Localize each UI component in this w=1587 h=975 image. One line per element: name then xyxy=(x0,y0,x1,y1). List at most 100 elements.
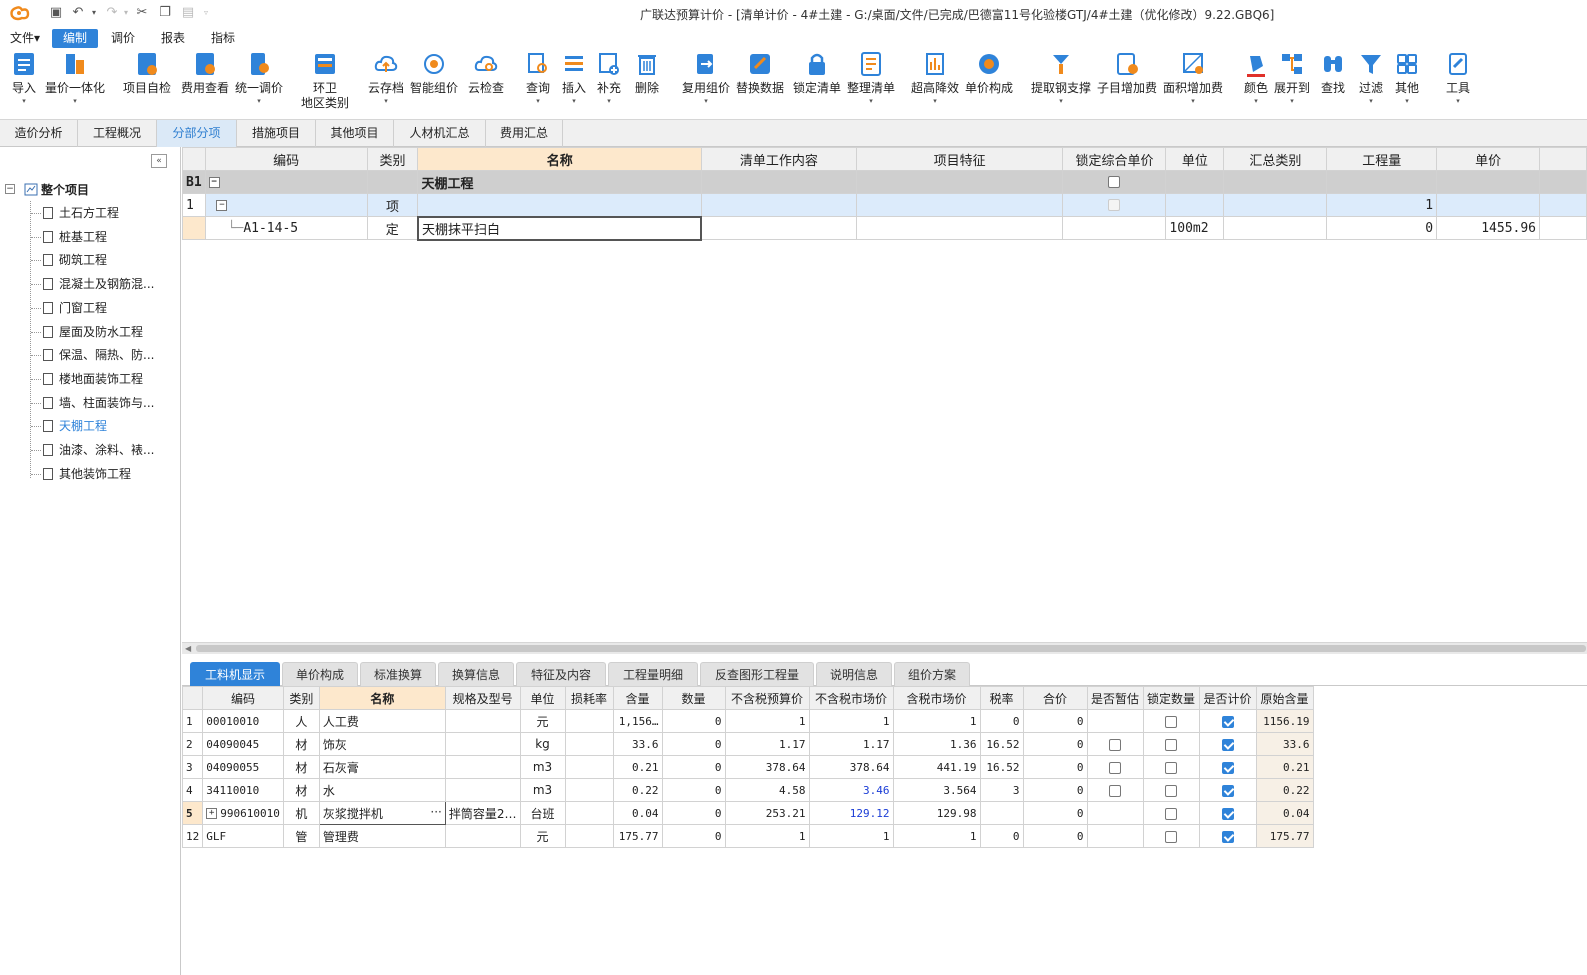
priced-checkbox[interactable] xyxy=(1221,738,1234,751)
lock-list-button[interactable]: 锁定清单 xyxy=(792,50,842,96)
tree-item[interactable]: 砌筑工程 xyxy=(59,250,107,270)
cell-type[interactable]: 机 xyxy=(282,801,320,825)
cell-name[interactable]: 水 xyxy=(318,778,446,802)
header-code[interactable]: 编码 xyxy=(204,147,368,171)
cell-type[interactable]: 材 xyxy=(282,755,320,779)
cell-content[interactable]: 1,156… xyxy=(612,709,663,733)
env-region-button[interactable]: 环卫 地区类别 xyxy=(298,50,352,111)
cell-total[interactable]: 0 xyxy=(1022,732,1088,756)
sub-item-add-fee-button[interactable]: 子目增加费 xyxy=(1096,50,1158,96)
cell-market[interactable]: 1 xyxy=(808,824,894,848)
cell-code[interactable]: 04090055 xyxy=(202,755,284,779)
table-row[interactable]: 1 00010010 人人工费元 1,156… 0 1 1 1 0 0 1156.19 xyxy=(181,709,1314,733)
undo-icon[interactable]: ↶ xyxy=(70,5,86,21)
cell-tax_market[interactable]: 1 xyxy=(892,709,981,733)
tree-item[interactable]: 其他装饰工程 xyxy=(59,464,131,484)
scrollbar-thumb[interactable] xyxy=(196,645,1586,652)
cell-code[interactable]: 00010010 xyxy=(202,709,284,733)
cell-loss[interactable] xyxy=(564,801,614,825)
cell-content[interactable]: 175.77 xyxy=(612,824,663,848)
lock-quantity-checkbox[interactable] xyxy=(1165,738,1177,751)
row-name[interactable]: 天棚工程 xyxy=(417,170,702,194)
cell-rate[interactable]: 0 xyxy=(979,709,1024,733)
column-header[interactable]: 名称 xyxy=(318,686,446,710)
cell-budget[interactable]: 4.58 xyxy=(724,778,810,802)
tab-pricing-plan[interactable]: 组价方案 xyxy=(894,662,970,686)
header-lock-price[interactable]: 锁定综合单价 xyxy=(1062,147,1167,171)
cell-budget[interactable]: 1 xyxy=(724,709,810,733)
cell-loss[interactable] xyxy=(564,824,614,848)
cell-tax_market[interactable]: 1.36 xyxy=(892,732,981,756)
cell-loss[interactable] xyxy=(564,778,614,802)
color-button[interactable]: 颜色 ▾ xyxy=(1241,50,1271,106)
cell-budget[interactable]: 1.17 xyxy=(724,732,810,756)
cell-unit[interactable]: 元 xyxy=(519,709,566,733)
cell-loss[interactable] xyxy=(564,732,614,756)
column-header[interactable]: 损耗率 xyxy=(564,686,614,710)
cloud-save-button[interactable]: 云存档 ▾ xyxy=(366,50,406,106)
tree-item[interactable]: 天棚工程 xyxy=(59,416,107,436)
cell-name[interactable]: 灰浆搅拌机 ··· xyxy=(318,801,446,825)
reuse-price-button[interactable]: 复用组价 ▾ xyxy=(680,50,732,106)
redo-dropdown-icon[interactable]: ▾ xyxy=(118,5,134,21)
priced-checkbox[interactable] xyxy=(1221,830,1234,843)
area-add-fee-button[interactable]: 面积增加费 ▾ xyxy=(1162,50,1224,106)
scroll-left-icon[interactable]: ◀ xyxy=(185,643,191,654)
replace-data-button[interactable]: 替换数据 xyxy=(734,50,786,96)
table-row[interactable]: 3 04090055 材石灰膏 m3 0.21 0 378.64 378.64 441.19 16… xyxy=(181,755,1314,779)
cell-num[interactable]: 0 xyxy=(661,755,726,779)
header-quantity[interactable]: 工程量 xyxy=(1326,147,1438,171)
cell-unit[interactable]: 元 xyxy=(519,824,566,848)
estimate-checkbox[interactable] xyxy=(1109,761,1121,774)
header-summary-type[interactable]: 汇总类别 xyxy=(1223,147,1328,171)
cell-spec[interactable] xyxy=(444,824,521,848)
row-qty[interactable]: 0 xyxy=(1326,216,1438,240)
cell-code[interactable]: 04090045 xyxy=(202,732,284,756)
cell-num[interactable]: 0 xyxy=(661,732,726,756)
table-row-sub[interactable]: └─A1-14-5 定 天棚抹平扫白 100m2 0 1455.96 xyxy=(182,215,1587,241)
tab-fee-summary[interactable]: 费用汇总 xyxy=(486,120,563,147)
cell-total[interactable]: 0 xyxy=(1022,824,1088,848)
cell-name[interactable]: 人工费 xyxy=(318,709,446,733)
tab-labor-material-summary[interactable]: 人材机汇总 xyxy=(394,120,486,147)
cell-unit[interactable]: m3 xyxy=(519,778,566,802)
column-header[interactable]: 不含税市场价 xyxy=(808,686,894,710)
estimate-checkbox[interactable] xyxy=(1109,784,1121,797)
header-work-content[interactable]: 清单工作内容 xyxy=(700,147,857,171)
tree-item[interactable]: 混凝土及钢筋混... xyxy=(59,274,154,294)
cell-type[interactable]: 人 xyxy=(282,709,320,733)
tree-root[interactable]: 整个项目 xyxy=(41,180,89,200)
tab-labor-material-display[interactable]: 工料机显示 xyxy=(190,662,280,686)
column-header[interactable]: 是否计价 xyxy=(1198,686,1257,710)
delete-button[interactable]: 删除 xyxy=(631,50,663,96)
cell-num[interactable]: 0 xyxy=(661,778,726,802)
tab-cost-analysis[interactable]: 造价分析 xyxy=(0,120,78,147)
cell-code[interactable]: +990610010 xyxy=(202,801,284,825)
column-header[interactable]: 不含税预算价 xyxy=(724,686,810,710)
cell-rate[interactable]: 16.52 xyxy=(979,732,1024,756)
table-row-item[interactable]: 1 − 项 1 xyxy=(182,193,1587,217)
import-button[interactable]: 导入 ▾ xyxy=(8,50,40,106)
lock-price-checkbox[interactable] xyxy=(1108,176,1121,188)
expand-to-button[interactable]: 展开到 ▾ xyxy=(1273,50,1311,106)
cell-unit[interactable]: m3 xyxy=(519,755,566,779)
cell-total[interactable]: 0 xyxy=(1022,755,1088,779)
collapse-sidebar-button[interactable]: « xyxy=(151,154,167,168)
unify-price-button[interactable]: 统一调价 ▾ xyxy=(234,50,284,106)
tab-project-overview[interactable]: 工程概况 xyxy=(78,120,157,147)
tree-item[interactable]: 桩基工程 xyxy=(59,227,107,247)
cell-tax_market[interactable]: 3.564 xyxy=(892,778,981,802)
tab-features-content[interactable]: 特征及内容 xyxy=(516,662,606,686)
column-header[interactable]: 类别 xyxy=(282,686,320,710)
tab-conversion-info[interactable]: 换算信息 xyxy=(438,662,514,686)
lock-quantity-checkbox[interactable] xyxy=(1165,830,1177,843)
header-unit[interactable]: 单位 xyxy=(1165,147,1225,171)
qty-price-integration-button[interactable]: 量价一体化 ▾ xyxy=(44,50,106,106)
tab-description[interactable]: 说明信息 xyxy=(816,662,892,686)
priced-checkbox[interactable] xyxy=(1221,807,1234,820)
table-row[interactable]: 4 34110010 材水 m3 0.22 0 4.58 3.46 3.564 3 0 0.22 xyxy=(181,778,1314,802)
menu-file[interactable]: 文件▾ xyxy=(2,29,48,48)
tree-item[interactable]: 土石方工程 xyxy=(59,203,119,223)
cut-icon[interactable]: ✂ xyxy=(134,5,150,21)
column-header[interactable]: 原始含量 xyxy=(1255,686,1314,710)
